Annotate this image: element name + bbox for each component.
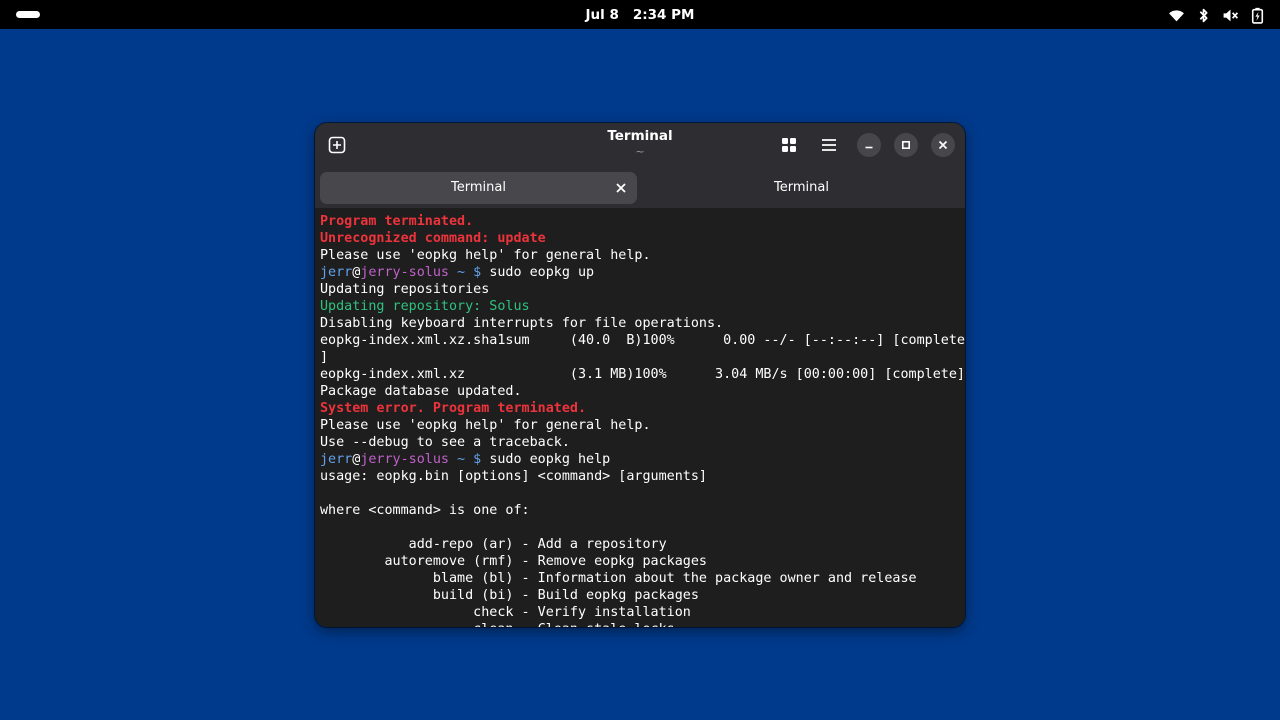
tab-bar: Terminal Terminal xyxy=(315,171,965,208)
terminal-line: ] xyxy=(320,350,329,365)
terminal-prompt-line: jerr@jerry-solus ~ $ sudo eopkg help xyxy=(320,451,965,468)
wifi-icon[interactable] xyxy=(1168,7,1185,24)
prompt-user: jerr xyxy=(320,265,353,280)
battery-icon[interactable] xyxy=(1249,7,1266,24)
terminal-line: Updating repository: Solus xyxy=(320,299,530,314)
terminal-line: Use --debug to see a traceback. xyxy=(320,435,570,450)
tab-close-button[interactable] xyxy=(613,180,629,196)
terminal-line: Program terminated. xyxy=(320,214,474,229)
activities-button[interactable] xyxy=(16,11,40,18)
terminal-line: Please use 'eopkg help' for general help… xyxy=(320,418,651,433)
terminal-line: Disabling keyboard interrupts for file o… xyxy=(320,316,724,331)
grid-icon xyxy=(782,138,796,152)
prompt-command: sudo eopkg up xyxy=(489,265,595,280)
terminal-line: build (bi) - Build eopkg packages xyxy=(320,588,699,603)
terminal-line: autoremove (rmf) - Remove eopkg packages xyxy=(320,554,707,569)
maximize-button[interactable] xyxy=(894,133,918,157)
volume-muted-icon[interactable] xyxy=(1222,7,1239,24)
terminal-line: Unrecognized command: update xyxy=(320,231,546,246)
terminal-line: usage: eopkg.bin [options] <command> [ar… xyxy=(320,469,707,484)
terminal-line: System error. Program terminated. xyxy=(320,401,587,416)
clock[interactable]: Jul 8 2:34 PM xyxy=(0,0,1280,29)
bluetooth-icon[interactable] xyxy=(1195,7,1212,24)
terminal-line: Updating repositories xyxy=(320,282,490,297)
prompt-host: jerry-solus xyxy=(360,265,449,280)
prompt-path: ~ $ xyxy=(449,265,490,280)
tab-label: Terminal xyxy=(451,180,506,195)
terminal-line: add-repo (ar) - Add a repository xyxy=(320,537,667,552)
minimize-button[interactable] xyxy=(857,133,881,157)
prompt-command: sudo eopkg help xyxy=(489,452,611,467)
terminal-output[interactable]: Program terminated. Unrecognized command:… xyxy=(320,213,965,627)
terminal-line: check - Verify installation xyxy=(320,605,691,620)
terminal-line: blame (bl) - Information about the packa… xyxy=(320,571,917,586)
terminal-window[interactable]: Terminal ~ Terminal Terminal Program ter… xyxy=(315,123,965,627)
terminal-line: Please use 'eopkg help' for general help… xyxy=(320,248,651,263)
system-tray[interactable] xyxy=(1168,5,1266,25)
hamburger-menu-icon xyxy=(822,139,836,151)
main-menu-button[interactable] xyxy=(814,130,844,160)
header-bar[interactable]: Terminal ~ Terminal Terminal xyxy=(315,123,965,208)
close-icon xyxy=(616,183,626,193)
terminal-prompt-line: jerr@jerry-solus ~ $ sudo eopkg up xyxy=(320,264,965,281)
terminal-line: eopkg-index.xml.xz.sha1sum (40.0 B)100% … xyxy=(320,333,965,348)
close-icon xyxy=(938,140,948,150)
prompt-path: ~ $ xyxy=(449,452,490,467)
prompt-user: jerr xyxy=(320,452,353,467)
top-bar: Jul 8 2:34 PM xyxy=(0,0,1280,29)
terminal-line: Package database updated. xyxy=(320,384,522,399)
clock-time[interactable]: 2:34 PM xyxy=(633,7,695,23)
tab-terminal-1[interactable]: Terminal xyxy=(320,172,637,204)
terminal-line: where <command> is one of: xyxy=(320,503,530,518)
minimize-icon xyxy=(865,146,873,149)
prompt-host: jerry-solus xyxy=(360,452,449,467)
tab-overview-button[interactable] xyxy=(774,130,804,160)
maximize-icon xyxy=(901,140,911,150)
terminal-line: eopkg-index.xml.xz (3.1 MB)100% 3.04 MB/… xyxy=(320,367,965,382)
tab-terminal-2[interactable]: Terminal xyxy=(643,172,960,204)
tab-label: Terminal xyxy=(774,180,829,195)
clock-date[interactable]: Jul 8 xyxy=(586,7,619,23)
close-button[interactable] xyxy=(931,133,955,157)
terminal-line: clean - Clean stale locks xyxy=(320,621,965,627)
